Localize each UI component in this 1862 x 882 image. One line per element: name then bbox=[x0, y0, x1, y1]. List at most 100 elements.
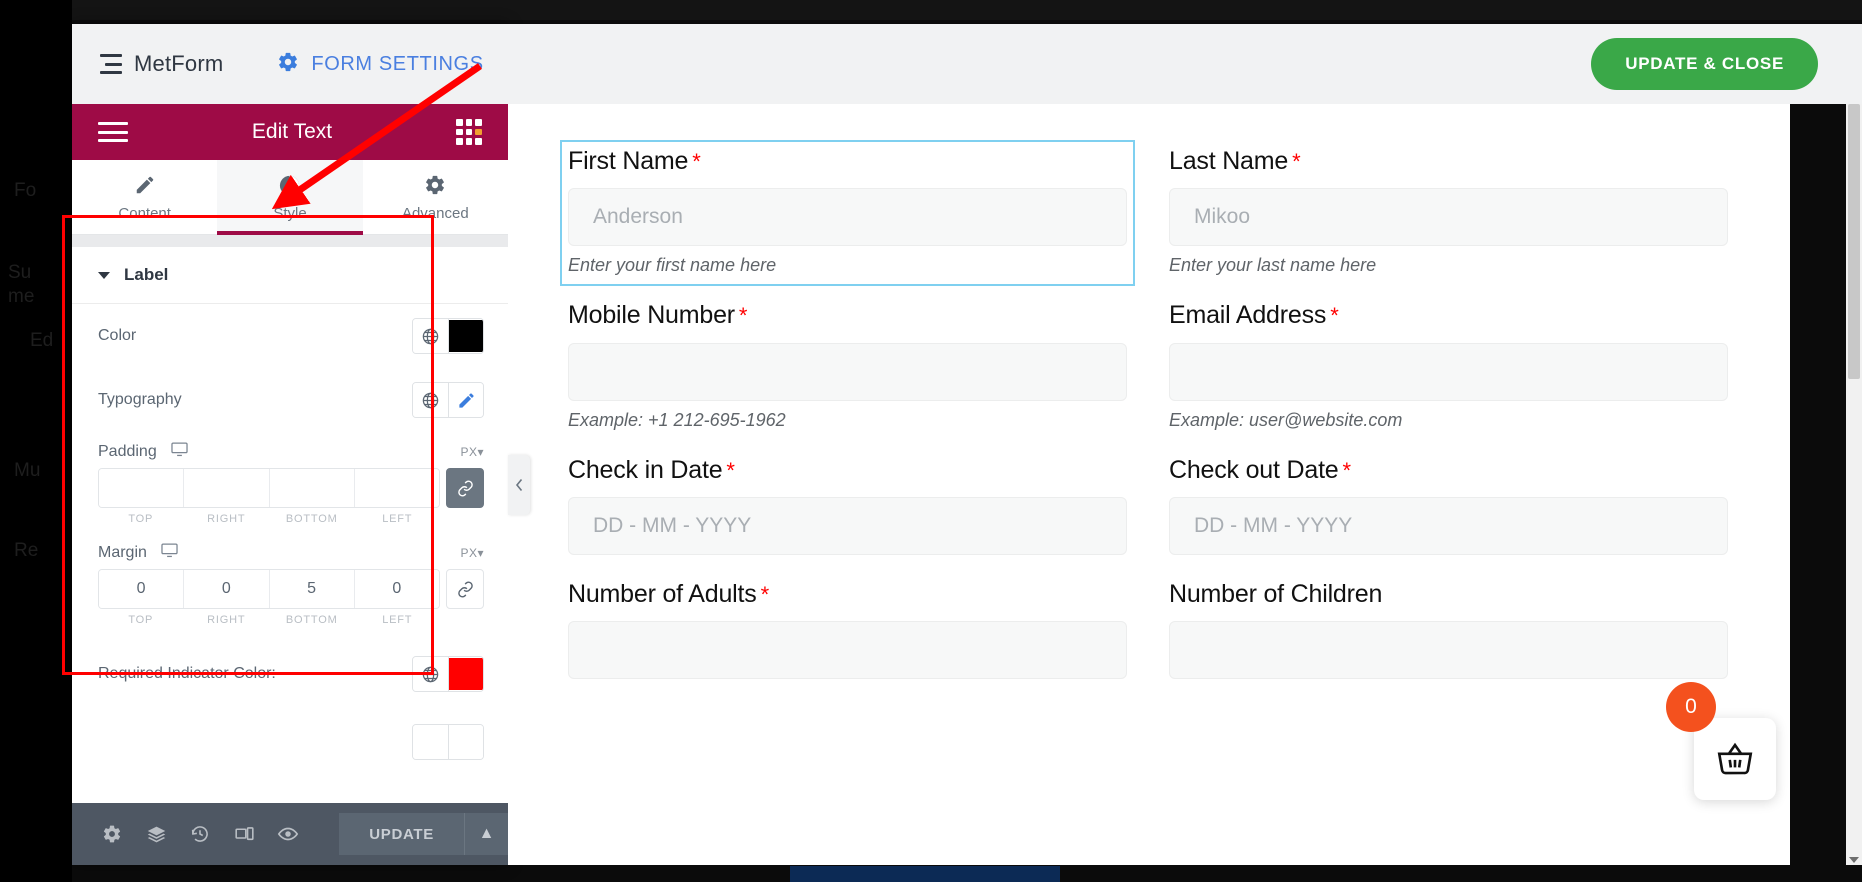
required-indicator: * bbox=[692, 149, 701, 174]
editor-topbar: MetForm FORM SETTINGS UPDATE & CLOSE bbox=[72, 24, 1862, 104]
margin-head: Margin PX▾ bbox=[72, 533, 508, 569]
required-indicator: * bbox=[738, 303, 748, 329]
field-input[interactable]: DD - MM - YYYY bbox=[568, 496, 1127, 555]
backdrop-left-dark bbox=[0, 0, 72, 882]
floating-cart-widget[interactable]: 0 bbox=[1666, 682, 1776, 800]
tab-content[interactable]: Content bbox=[72, 160, 217, 234]
color-swatch-button[interactable] bbox=[448, 319, 483, 353]
desktop-monitor-icon[interactable] bbox=[170, 440, 189, 464]
field-input[interactable] bbox=[1169, 342, 1728, 401]
backdrop-ghost-text: me bbox=[8, 286, 35, 307]
color-control-group bbox=[412, 318, 484, 354]
form-field[interactable]: Last Name * Mikoo Enter your last name here bbox=[1169, 146, 1728, 300]
chevron-up-icon[interactable]: ▲ bbox=[464, 813, 508, 855]
cart-count-badge: 0 bbox=[1666, 682, 1716, 732]
margin-right-input[interactable] bbox=[184, 570, 270, 608]
padding-right-input[interactable] bbox=[184, 469, 270, 507]
padding-head: Padding PX▾ bbox=[72, 432, 508, 468]
responsive-mode-icon[interactable] bbox=[222, 814, 266, 854]
form-field[interactable]: Email Address * Example: user@website.com bbox=[1169, 300, 1728, 454]
backdrop-ghost-text: Mu bbox=[14, 460, 41, 481]
field-label: Last Name * bbox=[1169, 147, 1301, 175]
padding-left-input[interactable] bbox=[354, 469, 439, 507]
hamburger-icon[interactable] bbox=[98, 122, 128, 142]
form-fields-grid: First Name * Anderson Enter your first name… bbox=[508, 104, 1790, 703]
field-input[interactable] bbox=[1169, 621, 1728, 679]
color-swatch bbox=[449, 320, 483, 352]
field-input[interactable] bbox=[568, 621, 1127, 679]
chevron-left-icon bbox=[515, 478, 522, 492]
scrollbar-thumb[interactable] bbox=[1848, 104, 1860, 379]
margin-link-values-button[interactable] bbox=[446, 569, 484, 609]
padding-link-values-button[interactable] bbox=[446, 468, 484, 508]
padding-sub-left: LEFT bbox=[382, 513, 413, 525]
tab-style[interactable]: Style bbox=[217, 160, 363, 235]
form-field[interactable]: Number of Adults * bbox=[568, 579, 1127, 703]
form-field[interactable]: Check in Date * DD - MM - YYYY bbox=[568, 455, 1127, 579]
backdrop-ghost-text: Ed bbox=[30, 330, 54, 351]
next-swatch-button[interactable] bbox=[448, 725, 483, 759]
padding-sub-top: TOP bbox=[128, 513, 154, 525]
pencil-icon bbox=[72, 172, 217, 198]
globe-icon[interactable] bbox=[413, 383, 448, 417]
panel-collapse-handle[interactable] bbox=[508, 455, 530, 515]
field-help-text: Enter your first name here bbox=[568, 255, 777, 276]
margin-top-input[interactable] bbox=[99, 570, 185, 608]
color-label: Color bbox=[98, 327, 137, 344]
pencil-edit-icon[interactable] bbox=[448, 383, 483, 417]
panel-header: Edit Text bbox=[72, 104, 508, 160]
required-indicator-swatch-button[interactable] bbox=[448, 657, 483, 691]
next-control-group bbox=[412, 724, 484, 760]
form-field[interactable]: Mobile Number * Example: +1 212-695-1962 bbox=[568, 300, 1127, 454]
globe-icon[interactable] bbox=[413, 725, 448, 759]
list-icon bbox=[100, 54, 122, 74]
panel-body: Label Color Typography Padding PX▾ TOP R… bbox=[72, 235, 508, 803]
backdrop-ghost-text: Fo bbox=[14, 180, 37, 201]
metform-brand[interactable]: MetForm bbox=[100, 51, 223, 77]
tab-advanced[interactable]: Advanced bbox=[363, 160, 508, 234]
preview-scrollbar[interactable] bbox=[1846, 104, 1862, 865]
editor-panel: Edit Text Content Style Advanced Label C… bbox=[72, 24, 508, 865]
panel-title: Edit Text bbox=[251, 120, 333, 143]
field-label: Check out Date * bbox=[1169, 455, 1351, 484]
form-field[interactable]: First Name * Anderson Enter your first name… bbox=[560, 139, 1135, 287]
field-input[interactable]: Anderson bbox=[568, 188, 1127, 247]
typography-label: Typography bbox=[98, 391, 182, 408]
margin-unit-selector[interactable]: PX▾ bbox=[460, 546, 484, 560]
cart-button[interactable] bbox=[1694, 718, 1776, 800]
margin-sub-labels: TOP RIGHT BOTTOM LEFT bbox=[72, 609, 508, 634]
padding-unit-selector[interactable]: PX▾ bbox=[460, 445, 484, 459]
chevron-down-icon[interactable] bbox=[1849, 857, 1859, 863]
gear-icon bbox=[277, 51, 299, 78]
padding-top-input[interactable] bbox=[99, 469, 185, 507]
required-indicator-swatch bbox=[449, 658, 483, 690]
padding-sub-right: RIGHT bbox=[207, 513, 246, 525]
field-input[interactable] bbox=[568, 342, 1127, 401]
update-button-group: UPDATE ▲ bbox=[339, 813, 508, 855]
layers-navigator-icon[interactable] bbox=[134, 814, 178, 854]
update-button[interactable]: UPDATE bbox=[339, 813, 464, 855]
margin-left-input[interactable] bbox=[354, 570, 439, 608]
gear-settings-icon[interactable] bbox=[90, 814, 134, 854]
update-and-close-button[interactable]: UPDATE & CLOSE bbox=[1591, 38, 1818, 90]
margin-bottom-input[interactable] bbox=[269, 570, 355, 608]
padding-bottom-input[interactable] bbox=[269, 469, 355, 507]
widgets-grid-icon[interactable] bbox=[456, 119, 482, 145]
field-label: First Name * bbox=[568, 147, 701, 175]
form-settings-button[interactable]: FORM SETTINGS bbox=[277, 51, 483, 78]
field-label: Number of Adults * bbox=[568, 579, 769, 608]
form-field[interactable]: Number of Children bbox=[1169, 579, 1728, 703]
control-row-color: Color bbox=[72, 304, 508, 368]
accordion-label-section[interactable]: Label bbox=[72, 247, 508, 304]
preview-eye-icon[interactable] bbox=[266, 814, 310, 854]
padding-input-group bbox=[98, 468, 440, 508]
field-input[interactable]: Mikoo bbox=[1169, 188, 1728, 247]
globe-icon[interactable] bbox=[413, 319, 448, 353]
control-row-partial-next bbox=[72, 706, 508, 774]
form-field[interactable]: Check out Date * DD - MM - YYYY bbox=[1169, 455, 1728, 579]
gear-icon bbox=[363, 172, 508, 198]
history-revisions-icon[interactable] bbox=[178, 814, 222, 854]
desktop-monitor-icon[interactable] bbox=[160, 541, 179, 565]
field-input[interactable]: DD - MM - YYYY bbox=[1169, 496, 1728, 555]
globe-icon[interactable] bbox=[413, 657, 448, 691]
